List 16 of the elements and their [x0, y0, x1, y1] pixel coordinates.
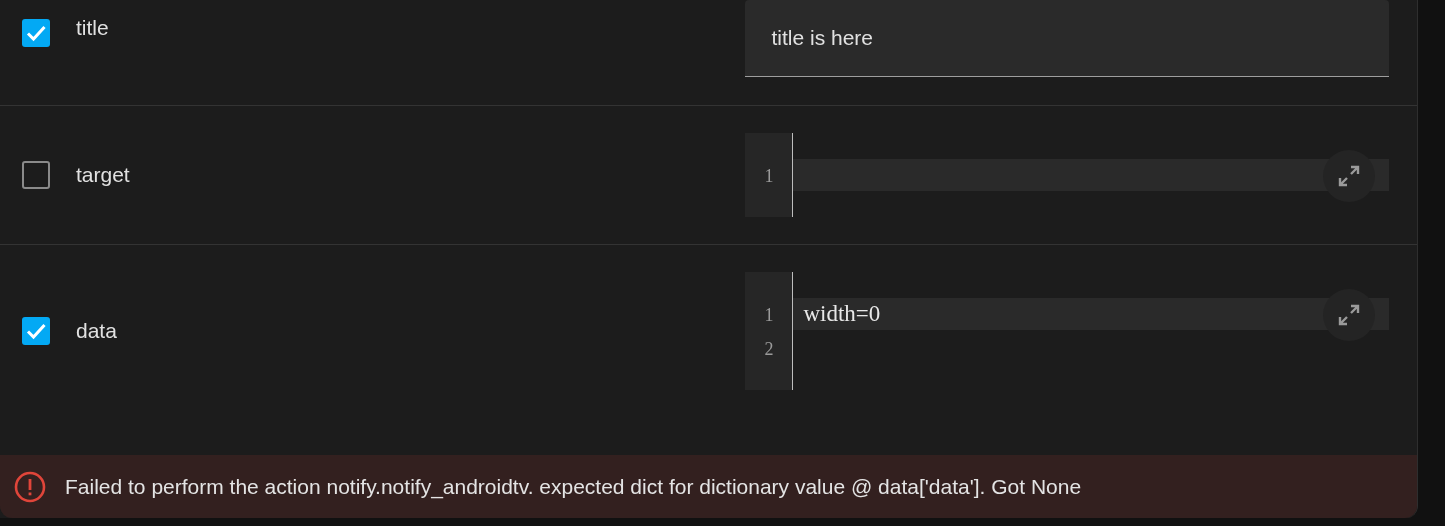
- error-message: Failed to perform the action notify.notify_androidtv. expected dict for dictionary value @ data['data']. Got None: [65, 474, 1082, 499]
- line-number: 2: [763, 338, 775, 361]
- line-number: 1: [763, 165, 775, 188]
- field-label: target: [76, 163, 130, 187]
- expand-icon: [1337, 164, 1361, 188]
- expand-button[interactable]: [1323, 150, 1375, 202]
- line-number: 1: [763, 304, 775, 327]
- checkbox[interactable]: [22, 161, 50, 189]
- checkbox[interactable]: [22, 317, 50, 345]
- error-icon: [14, 470, 46, 503]
- field-label: data: [76, 319, 117, 343]
- checkbox[interactable]: [22, 19, 50, 47]
- field-label: title: [76, 16, 109, 40]
- expand-button[interactable]: [1323, 289, 1375, 341]
- expand-icon: [1337, 303, 1361, 327]
- text-field[interactable]: title is here: [745, 0, 1389, 77]
